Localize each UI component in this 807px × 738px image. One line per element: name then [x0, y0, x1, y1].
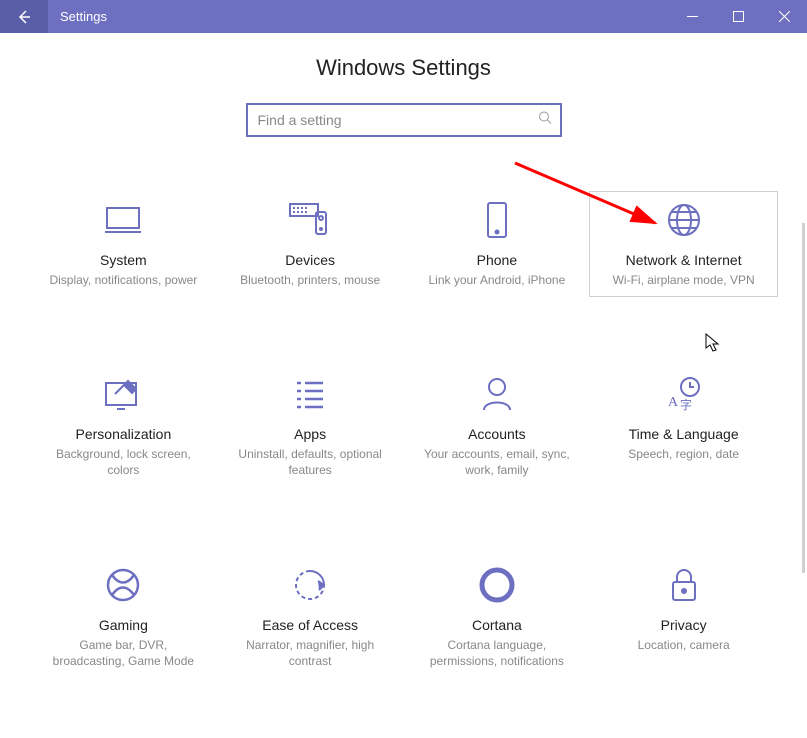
- tile-title: Privacy: [661, 617, 707, 633]
- tile-desc: Narrator, magnifier, high contrast: [230, 637, 390, 669]
- tile-title: System: [100, 252, 147, 268]
- tile-title: Devices: [285, 252, 335, 268]
- svg-text:字: 字: [680, 397, 692, 412]
- close-icon: [779, 11, 790, 22]
- devices-icon: [288, 200, 332, 240]
- tile-system[interactable]: System Display, notifications, power: [30, 192, 217, 296]
- tile-accounts[interactable]: Accounts Your accounts, email, sync, wor…: [404, 366, 591, 486]
- minimize-icon: [687, 11, 698, 22]
- minimize-button[interactable]: [669, 0, 715, 33]
- tile-desc: Wi-Fi, airplane mode, VPN: [613, 272, 755, 288]
- tile-privacy[interactable]: Privacy Location, camera: [590, 557, 777, 677]
- accounts-icon: [481, 374, 513, 414]
- tile-phone[interactable]: Phone Link your Android, iPhone: [404, 192, 591, 296]
- search-icon: [538, 111, 552, 130]
- close-button[interactable]: [761, 0, 807, 33]
- phone-icon: [485, 200, 509, 240]
- tile-desc: Location, camera: [638, 637, 730, 653]
- tile-devices[interactable]: Devices Bluetooth, printers, mouse: [217, 192, 404, 296]
- window-controls: [669, 0, 807, 33]
- globe-icon: [666, 200, 702, 240]
- tile-title: Personalization: [76, 426, 172, 442]
- content-area: Windows Settings System Display, notific…: [0, 33, 807, 738]
- tile-title: Ease of Access: [262, 617, 358, 633]
- system-icon: [103, 200, 143, 240]
- settings-grid: System Display, notifications, power Dev…: [0, 192, 807, 677]
- tile-title: Apps: [294, 426, 326, 442]
- tile-desc: Uninstall, defaults, optional features: [230, 446, 390, 478]
- svg-text:A: A: [668, 395, 679, 410]
- tile-title: Accounts: [468, 426, 526, 442]
- scrollbar[interactable]: [802, 223, 805, 573]
- personalization-icon: [103, 374, 143, 414]
- tile-ease[interactable]: Ease of Access Narrator, magnifier, high…: [217, 557, 404, 677]
- search-wrap: [0, 103, 807, 137]
- tile-desc: Bluetooth, printers, mouse: [240, 272, 380, 288]
- tile-desc: Game bar, DVR, broadcasting, Game Mode: [43, 637, 203, 669]
- privacy-icon: [669, 565, 699, 605]
- tile-title: Network & Internet: [626, 252, 742, 268]
- tile-desc: Cortana language, permissions, notificat…: [417, 637, 577, 669]
- maximize-icon: [733, 11, 744, 22]
- tile-desc: Background, lock screen, colors: [43, 446, 203, 478]
- titlebar: Settings: [0, 0, 807, 33]
- arrow-left-icon: [16, 9, 32, 25]
- tile-desc: Display, notifications, power: [49, 272, 197, 288]
- tile-title: Phone: [477, 252, 517, 268]
- apps-icon: [293, 374, 327, 414]
- tile-desc: Link your Android, iPhone: [428, 272, 565, 288]
- tile-title: Time & Language: [629, 426, 739, 442]
- search-input[interactable]: [246, 103, 562, 137]
- tile-apps[interactable]: Apps Uninstall, defaults, optional featu…: [217, 366, 404, 486]
- tile-personalization[interactable]: Personalization Background, lock screen,…: [30, 366, 217, 486]
- tile-gaming[interactable]: Gaming Game bar, DVR, broadcasting, Game…: [30, 557, 217, 677]
- tile-timelang[interactable]: A字 Time & Language Speech, region, date: [590, 366, 777, 486]
- timelang-icon: A字: [664, 374, 704, 414]
- tile-title: Cortana: [472, 617, 522, 633]
- ease-icon: [292, 565, 328, 605]
- cortana-icon: [479, 565, 515, 605]
- page-title: Windows Settings: [0, 55, 807, 81]
- window-title: Settings: [48, 9, 669, 24]
- tile-network[interactable]: Network & Internet Wi-Fi, airplane mode,…: [590, 192, 777, 296]
- gaming-icon: [105, 565, 141, 605]
- tile-cortana[interactable]: Cortana Cortana language, permissions, n…: [404, 557, 591, 677]
- back-button[interactable]: [0, 0, 48, 33]
- tile-desc: Speech, region, date: [628, 446, 739, 462]
- tile-title: Gaming: [99, 617, 148, 633]
- maximize-button[interactable]: [715, 0, 761, 33]
- tile-desc: Your accounts, email, sync, work, family: [417, 446, 577, 478]
